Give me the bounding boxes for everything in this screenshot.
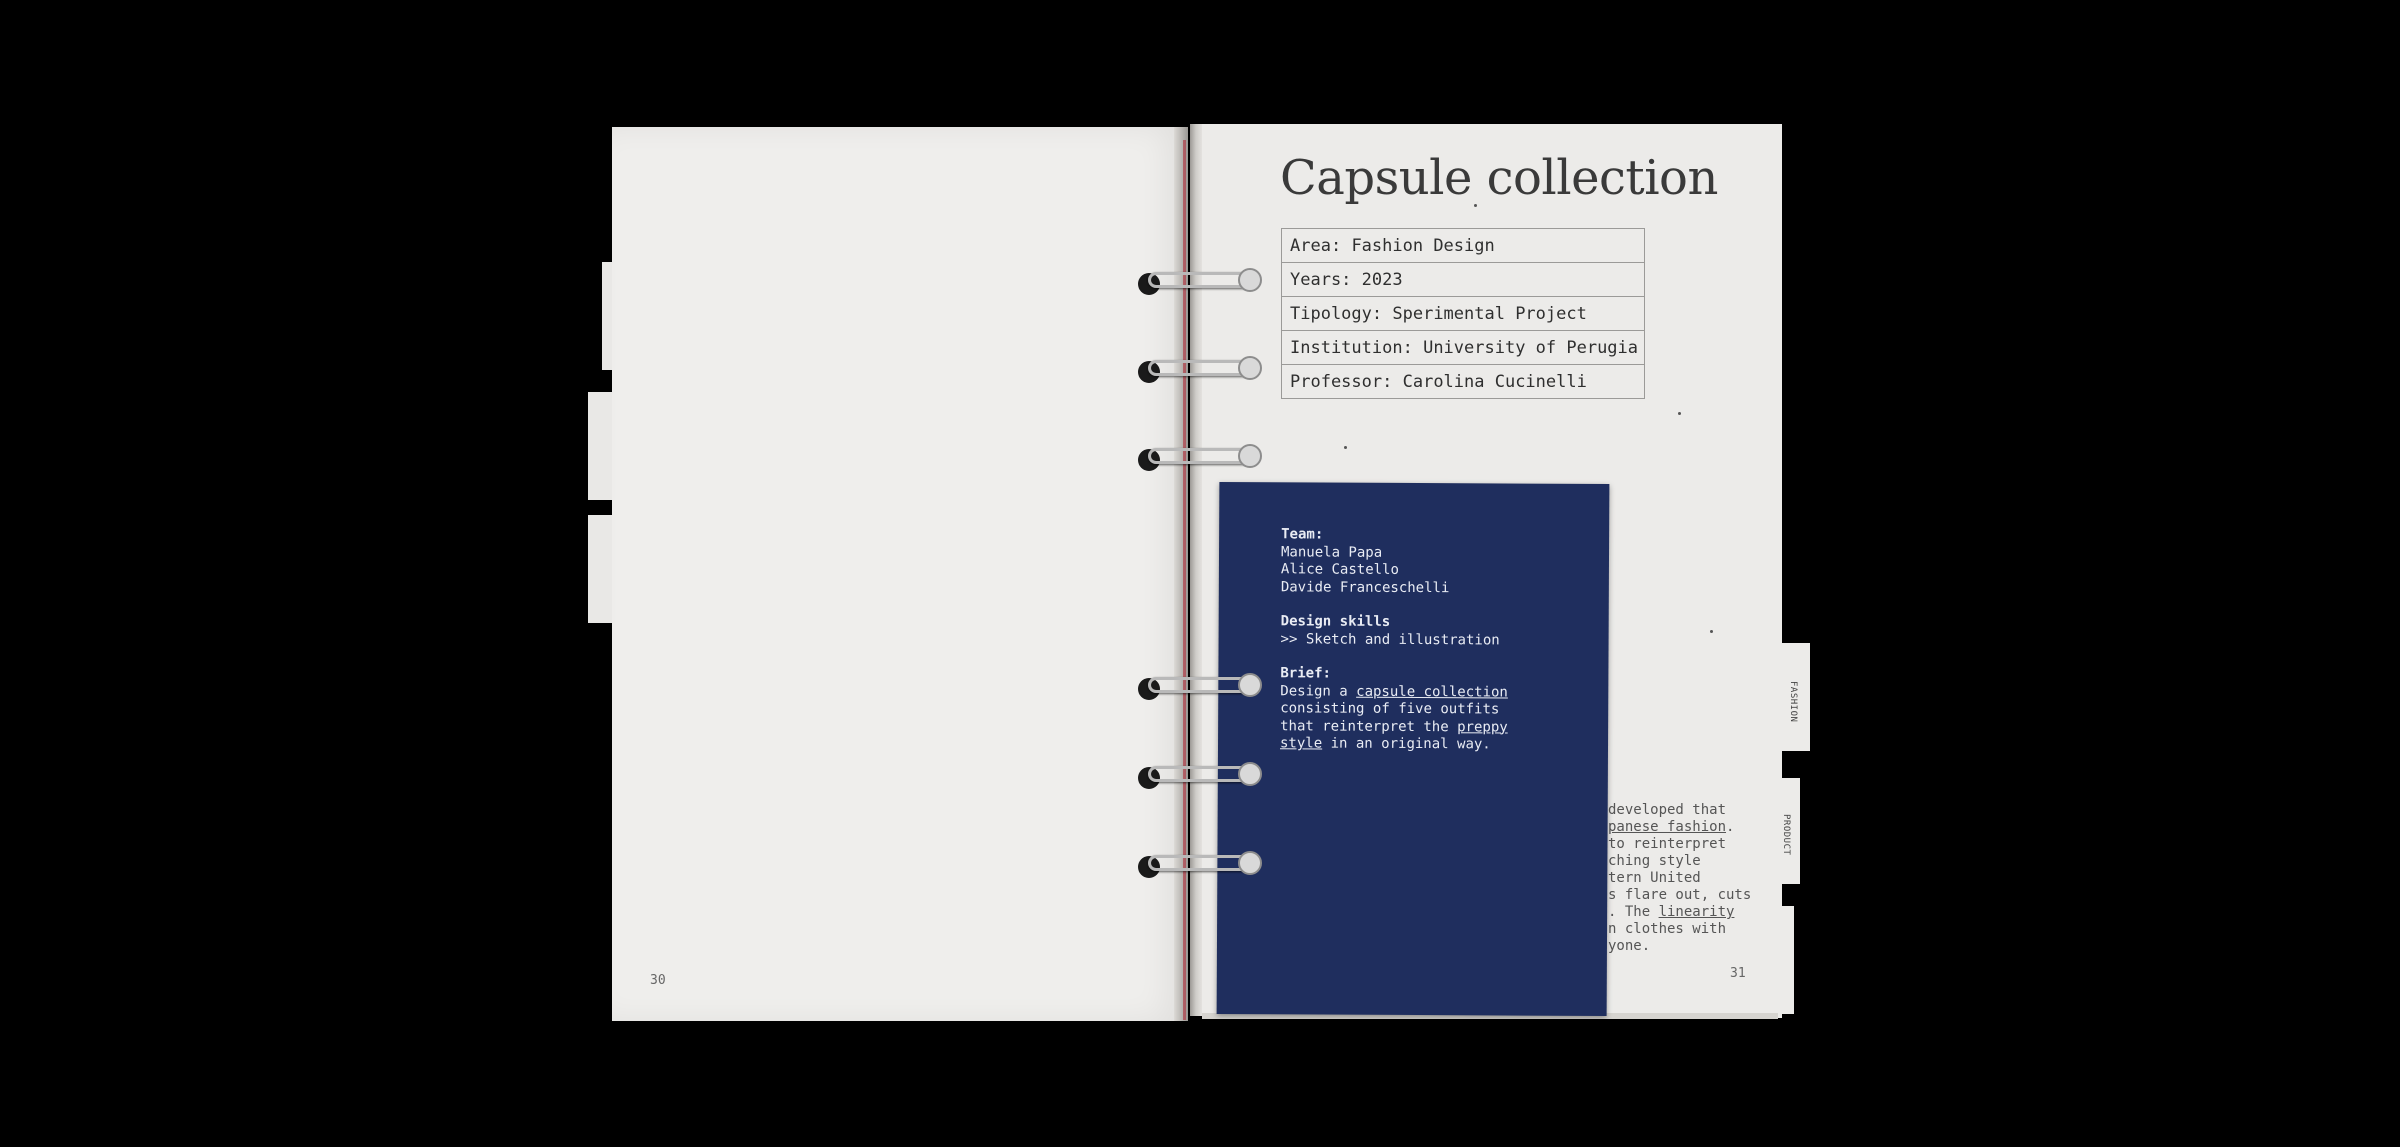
style-link[interactable]: style <box>1280 735 1322 751</box>
brief-line: consisting of five outfits <box>1280 700 1500 718</box>
capsule-collection-link[interactable]: capsule collection <box>1356 683 1508 700</box>
info-label: Institution: <box>1290 338 1413 358</box>
peek-line: . The linearity <box>1608 904 1735 920</box>
paper-speck <box>1474 204 1477 207</box>
skills-text: >> Sketch and illustration <box>1280 630 1500 648</box>
ring-eye <box>1238 762 1262 786</box>
info-value: University of Perugia <box>1423 338 1639 358</box>
right-page-number: 31 <box>1730 966 1746 981</box>
info-row-institution: Institution: University of Perugia <box>1282 331 1644 365</box>
info-value: Carolina Cucinelli <box>1402 372 1587 392</box>
page-title: Capsule collection <box>1280 150 1718 206</box>
peek-line: tern United <box>1608 870 1701 886</box>
info-table: Area: Fashion Design Years: 2023 Tipolog… <box>1281 228 1645 399</box>
ring-eye <box>1238 268 1262 292</box>
team-member: Davide Franceschelli <box>1280 578 1450 596</box>
info-label: Years: <box>1290 270 1352 290</box>
peek-line: n clothes with <box>1608 921 1727 937</box>
info-value: 2023 <box>1361 270 1403 290</box>
peek-line: yone. <box>1608 938 1651 954</box>
tab-fashion-label: FASHION <box>1788 681 1798 723</box>
info-value: Fashion Design <box>1351 236 1495 256</box>
brief-line: that reinterpret the preppy <box>1280 717 1508 735</box>
ring-eye <box>1238 356 1262 380</box>
info-value: Sperimental Project <box>1392 304 1587 324</box>
info-row-years: Years: 2023 <box>1282 263 1644 297</box>
page-stack-edge <box>1190 124 1202 1016</box>
team-member: Manuela Papa <box>1280 543 1383 561</box>
peek-link[interactable]: panese fashion <box>1608 819 1726 835</box>
team-heading: Team: <box>1281 526 1324 543</box>
ring-eye <box>1238 673 1262 697</box>
card-content: Team: Manuela Papa Alice Castello Davide… <box>1280 526 1509 754</box>
team-member: Alice Castello <box>1280 561 1399 578</box>
info-label: Area: <box>1290 236 1342 256</box>
left-page <box>612 127 1184 1021</box>
peek-line: s flare out, cuts <box>1608 887 1752 903</box>
info-row-area: Area: Fashion Design <box>1282 229 1644 263</box>
ring-eye <box>1238 444 1262 468</box>
peek-line: to reinterpret <box>1608 836 1727 852</box>
peek-line: developed that <box>1608 802 1727 818</box>
brief-line: Design a capsule collection <box>1280 682 1508 700</box>
brief-line: style in an original way. <box>1279 735 1491 753</box>
brief-card: Team: Manuela Papa Alice Castello Davide… <box>1216 481 1610 1017</box>
body-text-peek: developed that panese fashion. to reinte… <box>1608 802 1751 955</box>
tab-fashion[interactable]: FASHION <box>1778 643 1810 751</box>
peek-line: panese fashion. <box>1608 819 1735 835</box>
tab-product-label: PRODUCT <box>1781 814 1791 856</box>
skills-heading: Design skills <box>1280 613 1391 630</box>
peek-line: ching style <box>1608 853 1701 869</box>
paper-speck <box>1710 630 1713 633</box>
info-row-professor: Professor: Carolina Cucinelli <box>1282 365 1644 398</box>
info-label: Tipology: <box>1290 304 1383 324</box>
preppy-link[interactable]: preppy <box>1457 719 1508 735</box>
left-page-number: 30 <box>650 973 666 988</box>
ring-eye <box>1238 851 1262 875</box>
info-row-tipology: Tipology: Sperimental Project <box>1282 297 1644 331</box>
info-label: Professor: <box>1290 372 1393 392</box>
brief-heading: Brief: <box>1280 665 1332 682</box>
paper-speck <box>1344 446 1347 449</box>
paper-speck <box>1678 412 1681 415</box>
peek-link[interactable]: linearity <box>1659 904 1735 920</box>
